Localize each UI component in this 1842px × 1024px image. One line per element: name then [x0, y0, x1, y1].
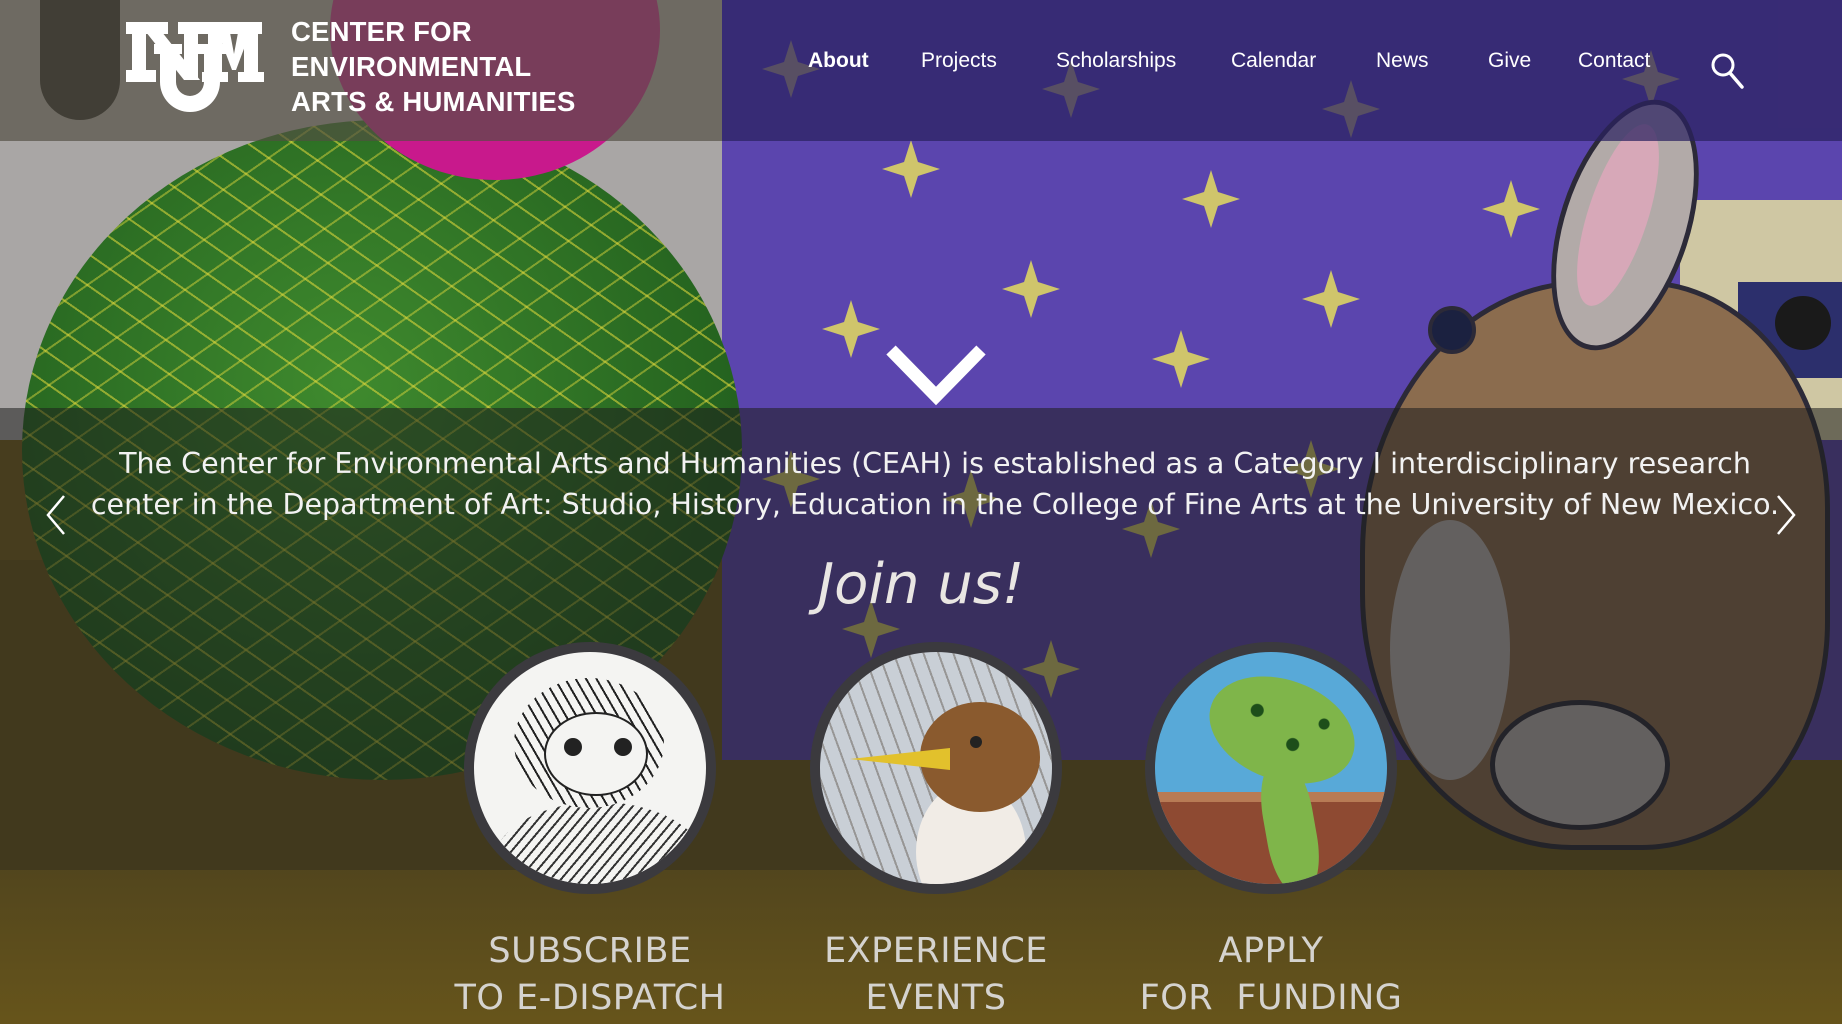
- cta-events[interactable]: EXPERIENCE EVENTS: [786, 642, 1086, 1022]
- star: [1002, 260, 1060, 318]
- org-name-line-3: ARTS & HUMANITIES: [291, 86, 576, 117]
- chevron-left-icon[interactable]: [44, 494, 68, 536]
- frog-drawing-image[interactable]: [1145, 642, 1397, 894]
- star: [822, 300, 880, 358]
- cta-label-line-2: TO E-DISPATCH: [454, 978, 726, 1018]
- org-name-line-2: ENVIRONMENTAL: [291, 51, 532, 82]
- otter-drawing-image[interactable]: [464, 642, 716, 894]
- nav-contact[interactable]: Contact: [1578, 49, 1650, 73]
- join-heading: Join us!: [817, 552, 1025, 617]
- chevron-down-icon[interactable]: [885, 342, 987, 408]
- site-header: CENTER FOR ENVIRONMENTAL ARTS & HUMANITI…: [0, 0, 1842, 141]
- search-icon[interactable]: [1710, 52, 1744, 90]
- star: [882, 140, 940, 198]
- cta-subscribe[interactable]: SUBSCRIBE TO E-DISPATCH: [440, 642, 740, 1022]
- cta-label-line-2: FOR FUNDING: [1139, 978, 1403, 1018]
- cta-funding[interactable]: APPLY FOR FUNDING: [1121, 642, 1421, 1022]
- nav-give[interactable]: Give: [1488, 49, 1531, 73]
- star: [1182, 170, 1240, 228]
- cta-label-line-2: EVENTS: [865, 978, 1007, 1018]
- cta-events-label[interactable]: EXPERIENCE EVENTS: [786, 928, 1086, 1022]
- cta-label-line-1: EXPERIENCE: [824, 931, 1048, 971]
- star: [1152, 330, 1210, 388]
- nav-news[interactable]: News: [1376, 49, 1429, 73]
- nav-about[interactable]: About: [808, 49, 869, 73]
- nav-calendar[interactable]: Calendar: [1231, 49, 1316, 73]
- star: [1302, 270, 1360, 328]
- cta-subscribe-label[interactable]: SUBSCRIBE TO E-DISPATCH: [440, 928, 740, 1022]
- star: [1482, 180, 1540, 238]
- intro-text: The Center for Environmental Arts and Hu…: [90, 447, 1780, 521]
- cta-label-line-1: SUBSCRIBE: [488, 931, 692, 971]
- nav-projects[interactable]: Projects: [921, 49, 997, 73]
- nav-scholarships[interactable]: Scholarships: [1056, 49, 1176, 73]
- rabbit-eye: [1428, 306, 1476, 354]
- cta-funding-label[interactable]: APPLY FOR FUNDING: [1121, 928, 1421, 1022]
- bird-drawing-image[interactable]: [810, 642, 1062, 894]
- cta-label-line-1: APPLY: [1218, 931, 1324, 971]
- unm-logo[interactable]: [124, 18, 266, 114]
- org-name[interactable]: CENTER FOR ENVIRONMENTAL ARTS & HUMANITI…: [291, 14, 576, 119]
- org-name-line-1: CENTER FOR: [291, 16, 472, 47]
- tree-silhouette: [1775, 296, 1831, 350]
